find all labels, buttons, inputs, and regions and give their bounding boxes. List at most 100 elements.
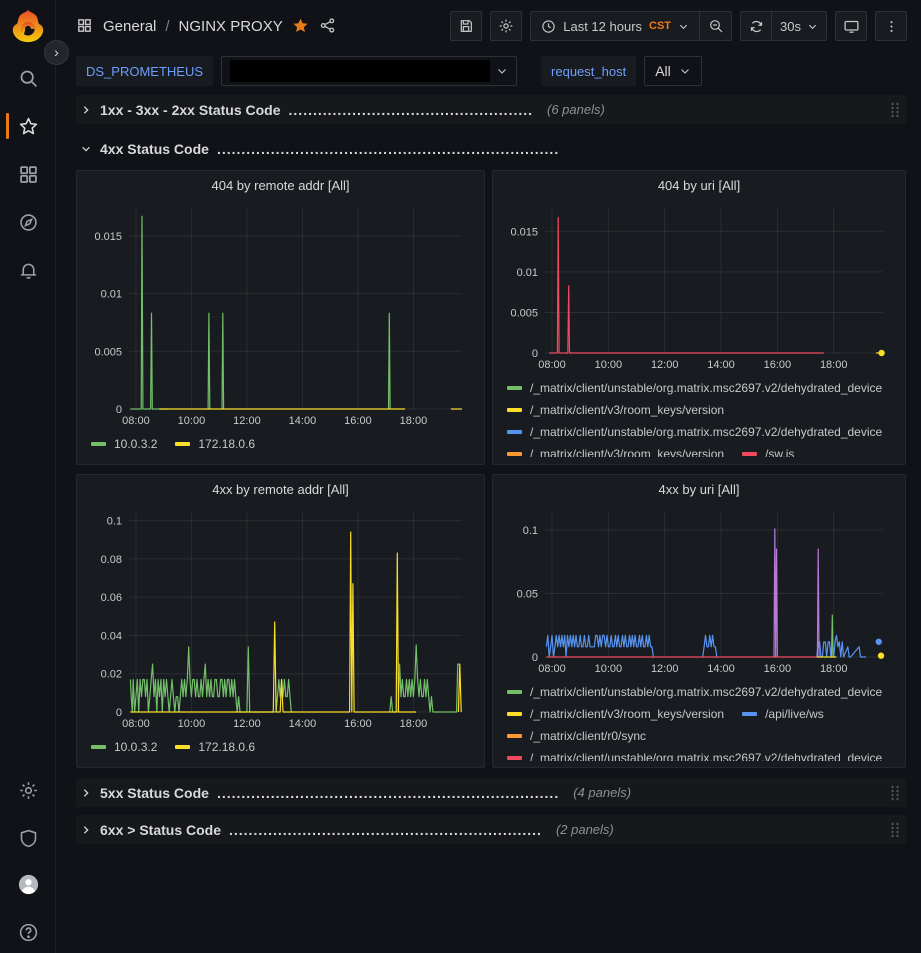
legend-label: /_matrix/client/unstable/org.matrix.msc2… — [530, 685, 882, 699]
alerting-bell-icon[interactable] — [16, 258, 40, 282]
timeseries-chart[interactable]: 08:0010:0012:0014:0016:0018:0000.0050.01… — [501, 199, 897, 373]
svg-text:16:00: 16:00 — [344, 415, 372, 427]
chevron-down-icon — [807, 21, 818, 32]
tv-mode-button[interactable] — [835, 11, 867, 41]
svg-text:08:00: 08:00 — [538, 663, 566, 675]
chart-svg: 08:0010:0012:0014:0016:0018:0000.0050.01… — [85, 199, 476, 429]
panel-legend: /_matrix/client/unstable/org.matrix.msc2… — [501, 373, 897, 457]
time-range-label: Last 12 hours — [563, 19, 642, 34]
legend-item[interactable]: /_matrix/client/v3/room_keys/version — [507, 399, 724, 420]
row-title: 5xx Status Code — [100, 785, 209, 801]
svg-text:0.08: 0.08 — [101, 554, 122, 566]
panel-title[interactable]: 4xx by uri [All] — [501, 479, 897, 503]
breadcrumb: General / NGINX PROXY — [76, 17, 337, 35]
legend-label: /api/live/ws — [765, 707, 824, 721]
legend-label: /_matrix/client/v3/room_keys/version — [530, 403, 724, 417]
svg-text:0: 0 — [532, 348, 538, 360]
svg-text:0.04: 0.04 — [101, 630, 122, 642]
grafana-logo[interactable] — [9, 7, 47, 45]
svg-text:0.01: 0.01 — [517, 267, 538, 279]
starred-dashboards-icon[interactable] — [16, 114, 40, 138]
search-icon[interactable] — [16, 66, 40, 90]
dashboards-grid-icon[interactable] — [16, 162, 40, 186]
refresh-icon[interactable] — [740, 11, 772, 41]
legend-label: /_matrix/client/v3/room_keys/version — [530, 707, 724, 721]
legend-swatch — [507, 712, 522, 716]
row-title-dots: ........................................… — [217, 141, 559, 157]
share-icon[interactable] — [319, 17, 337, 35]
expand-menu-button[interactable]: › — [44, 40, 69, 65]
legend-item[interactable]: /_matrix/client/unstable/org.matrix.msc2… — [507, 421, 882, 442]
header-toolbar: Last 12 hours CST 30s — [450, 11, 907, 41]
legend-item[interactable]: /_matrix/client/r0/sync — [507, 725, 646, 746]
svg-text:0: 0 — [116, 707, 122, 719]
legend-item[interactable]: /sw.js — [742, 443, 794, 457]
legend-swatch — [742, 452, 757, 456]
chevron-right-icon — [80, 788, 92, 798]
svg-text:16:00: 16:00 — [344, 718, 372, 730]
favorite-star-icon[interactable] — [292, 17, 310, 35]
legend-item[interactable]: 172.18.0.6 — [175, 736, 255, 757]
svg-text:0.05: 0.05 — [517, 589, 538, 601]
request-host-variable-select[interactable]: All — [644, 56, 702, 86]
legend-item[interactable]: 10.0.3.2 — [91, 433, 157, 454]
timeseries-chart[interactable]: 08:0010:0012:0014:0016:0018:0000.050.1 — [501, 503, 897, 677]
help-icon[interactable] — [16, 920, 40, 944]
row-title: 1xx - 3xx - 2xx Status Code — [100, 102, 281, 118]
panel-title[interactable]: 404 by uri [All] — [501, 175, 897, 199]
svg-text:10:00: 10:00 — [595, 663, 623, 675]
legend-item[interactable]: /api/live/ws — [742, 703, 824, 724]
row-header-5xx[interactable]: 5xx Status Code ........................… — [76, 778, 906, 807]
legend-swatch — [175, 745, 190, 749]
row-header-4xx[interactable]: 4xx Status Code ........................… — [76, 134, 906, 163]
svg-text:14:00: 14:00 — [289, 718, 317, 730]
save-dashboard-button[interactable] — [450, 11, 482, 41]
dashboard-settings-button[interactable] — [490, 11, 522, 41]
svg-text:0: 0 — [116, 404, 122, 416]
row-drag-handle[interactable] — [890, 102, 900, 118]
timeseries-chart[interactable]: 08:0010:0012:0014:0016:0018:0000.020.040… — [85, 503, 476, 732]
legend-swatch — [507, 430, 522, 434]
datasource-variable-select[interactable] — [221, 56, 517, 86]
legend-item[interactable]: /_matrix/client/unstable/org.matrix.msc2… — [507, 747, 882, 761]
svg-text:12:00: 12:00 — [651, 359, 679, 371]
panel-title[interactable]: 404 by remote addr [All] — [85, 175, 476, 199]
timeseries-chart[interactable]: 08:0010:0012:0014:0016:0018:0000.0050.01… — [85, 199, 476, 429]
legend-item[interactable]: 172.18.0.6 — [175, 433, 255, 454]
row-drag-handle[interactable] — [890, 785, 900, 801]
refresh-interval-picker[interactable]: 30s — [772, 11, 827, 41]
datasource-value-redacted — [230, 60, 490, 82]
legend-item[interactable]: /_matrix/client/unstable/org.matrix.msc2… — [507, 377, 882, 398]
legend-item[interactable]: /_matrix/client/v3/room_keys/version — [507, 703, 724, 724]
kebab-menu-icon[interactable] — [875, 11, 907, 41]
server-admin-shield-icon[interactable] — [16, 826, 40, 850]
svg-text:18:00: 18:00 — [400, 718, 428, 730]
svg-text:16:00: 16:00 — [764, 359, 792, 371]
sidebar: › — [0, 0, 56, 953]
time-controls: Last 12 hours CST — [530, 11, 732, 41]
legend-swatch — [507, 756, 522, 760]
row-drag-handle[interactable] — [890, 822, 900, 838]
time-range-picker[interactable]: Last 12 hours CST — [530, 11, 700, 41]
configuration-gear-icon[interactable] — [16, 778, 40, 802]
explore-compass-icon[interactable] — [16, 210, 40, 234]
legend-item[interactable]: 10.0.3.2 — [91, 736, 157, 757]
legend-item[interactable]: /_matrix/client/unstable/org.matrix.msc2… — [507, 681, 882, 702]
breadcrumb-folder[interactable]: General — [103, 18, 156, 35]
legend-item[interactable]: /_matrix/client/v3/room_keys/version — [507, 443, 724, 457]
svg-text:08:00: 08:00 — [122, 718, 150, 730]
chart-svg: 08:0010:0012:0014:0016:0018:0000.0050.01… — [501, 199, 897, 373]
legend-label: 172.18.0.6 — [198, 740, 255, 754]
zoom-out-time-button[interactable] — [700, 11, 732, 41]
user-avatar[interactable] — [16, 872, 40, 896]
panel-title[interactable]: 4xx by remote addr [All] — [85, 479, 476, 503]
legend-swatch — [507, 690, 522, 694]
row-title: 6xx > Status Code — [100, 822, 221, 838]
svg-text:10:00: 10:00 — [595, 359, 623, 371]
row-header-1xx-3xx-2xx[interactable]: 1xx - 3xx - 2xx Status Code ............… — [76, 95, 906, 124]
svg-text:12:00: 12:00 — [233, 718, 261, 730]
row-header-6xx[interactable]: 6xx > Status Code ......................… — [76, 815, 906, 844]
row-panel-count: (6 panels) — [547, 102, 605, 117]
refresh-controls: 30s — [740, 11, 827, 41]
breadcrumb-dashboard-title[interactable]: NGINX PROXY — [179, 18, 283, 35]
